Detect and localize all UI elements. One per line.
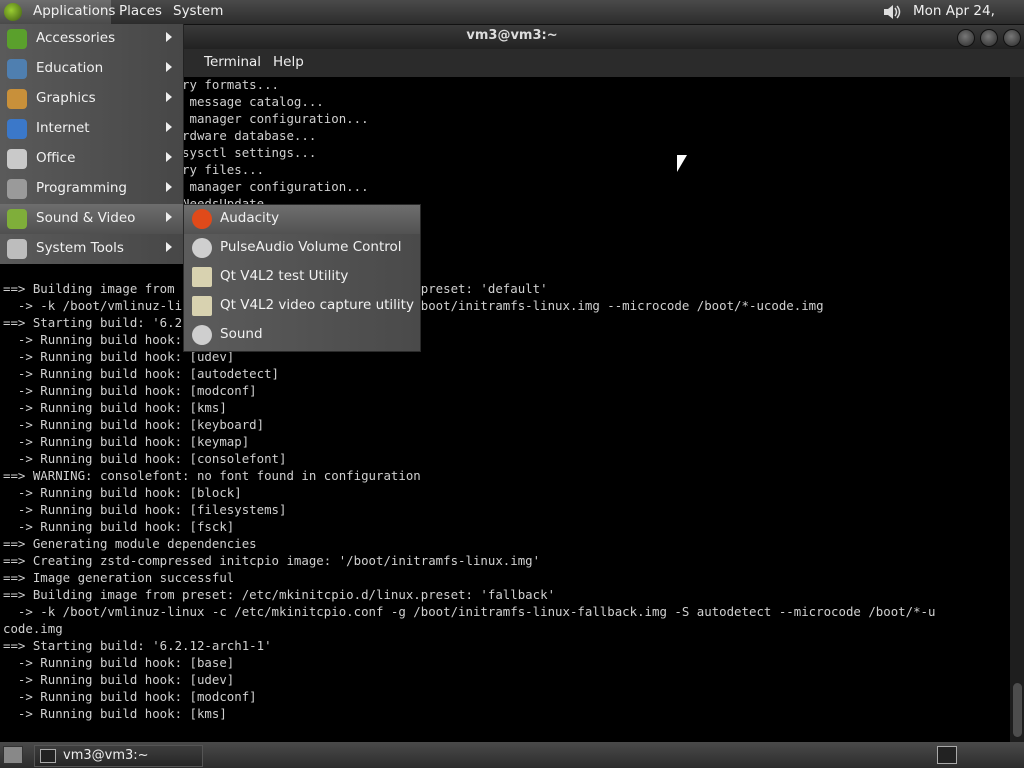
sound-video-menu-item-label: Audacity bbox=[220, 210, 280, 226]
bottom-panel: vm3@vm3:~ bbox=[0, 742, 1024, 768]
applications-menu[interactable]: Applications bbox=[0, 0, 115, 24]
apps-menu-item[interactable]: Office bbox=[0, 144, 183, 174]
top-panel: Applications Places System Mon Apr 24, 2… bbox=[0, 0, 1024, 41]
apps-menu-item[interactable]: Internet bbox=[0, 114, 183, 144]
apps-menu-item-label: System Tools bbox=[36, 240, 124, 256]
show-desktop-icon[interactable] bbox=[3, 746, 23, 764]
apps-menu-item[interactable]: System Tools bbox=[0, 234, 183, 264]
terminal-icon bbox=[40, 749, 56, 763]
terminal-scrollbar[interactable] bbox=[1010, 77, 1024, 742]
accessories-icon bbox=[7, 29, 27, 49]
apps-menu-item[interactable]: Sound & Video bbox=[0, 204, 183, 234]
programming-icon bbox=[7, 179, 27, 199]
sound-video-menu-item-label: Qt V4L2 video capture utility bbox=[220, 297, 414, 313]
distro-logo-icon bbox=[4, 3, 22, 21]
submenu-arrow-icon bbox=[166, 242, 172, 252]
volume-icon[interactable] bbox=[882, 3, 902, 21]
sound-video-menu-item-label: Sound bbox=[220, 326, 263, 342]
close-button[interactable] bbox=[1003, 29, 1021, 47]
apps-menu-item-label: Graphics bbox=[36, 90, 96, 106]
sound-video-menu-item-label: Qt V4L2 test Utility bbox=[220, 268, 349, 284]
submenu-arrow-icon bbox=[166, 212, 172, 222]
apps-menu-item-label: Programming bbox=[36, 180, 127, 196]
apps-menu-item[interactable]: Education bbox=[0, 54, 183, 84]
apps-menu-item-label: Internet bbox=[36, 120, 90, 136]
menu-terminal[interactable]: Terminal bbox=[204, 54, 261, 70]
apps-menu-item-label: Education bbox=[36, 60, 104, 76]
sound-video-menu-item[interactable]: PulseAudio Volume Control bbox=[184, 234, 420, 263]
sound-video-icon bbox=[7, 209, 27, 229]
education-icon bbox=[7, 59, 27, 79]
submenu-arrow-icon bbox=[166, 62, 172, 72]
submenu-arrow-icon bbox=[166, 182, 172, 192]
pulseaudio-icon bbox=[192, 238, 212, 258]
sound-video-menu-item-label: PulseAudio Volume Control bbox=[220, 239, 402, 255]
sound-video-menu-item[interactable]: Sound bbox=[184, 321, 420, 350]
submenu-arrow-icon bbox=[166, 32, 172, 42]
applications-menu-label: Applications bbox=[33, 3, 116, 19]
qv4l2-icon bbox=[192, 267, 212, 287]
applications-dropdown: Accessories Education Graphics Internet Offi… bbox=[0, 24, 184, 264]
sound-video-menu-item[interactable]: Audacity bbox=[184, 205, 420, 234]
apps-menu-item[interactable]: Programming bbox=[0, 174, 183, 204]
apps-menu-item-label: Accessories bbox=[36, 30, 116, 46]
sound-video-menu-item[interactable]: Qt V4L2 video capture utility bbox=[184, 292, 420, 321]
maximize-button[interactable] bbox=[980, 29, 998, 47]
menu-help[interactable]: Help bbox=[273, 54, 304, 70]
submenu-arrow-icon bbox=[166, 92, 172, 102]
system-menu[interactable]: System bbox=[173, 0, 223, 24]
sound-video-submenu: Audacity PulseAudio Volume Control Qt V4L2… bbox=[183, 204, 421, 352]
apps-menu-item-label: Office bbox=[36, 150, 76, 166]
submenu-arrow-icon bbox=[166, 152, 172, 162]
apps-menu-item[interactable]: Accessories bbox=[0, 24, 183, 54]
graphics-icon bbox=[7, 89, 27, 109]
submenu-arrow-icon bbox=[166, 122, 172, 132]
places-menu[interactable]: Places bbox=[119, 0, 162, 24]
workspace-switcher-icon[interactable] bbox=[937, 746, 957, 764]
sound-icon bbox=[192, 325, 212, 345]
scrollbar-thumb[interactable] bbox=[1013, 683, 1022, 737]
sound-video-menu-item[interactable]: Qt V4L2 test Utility bbox=[184, 263, 420, 292]
mouse-pointer-icon bbox=[677, 155, 687, 172]
qvidcap-icon bbox=[192, 296, 212, 316]
system-tools-icon bbox=[7, 239, 27, 259]
internet-icon bbox=[7, 119, 27, 139]
taskbar-terminal-button[interactable]: vm3@vm3:~ bbox=[34, 745, 203, 767]
taskbar-button-label: vm3@vm3:~ bbox=[63, 748, 149, 763]
apps-menu-item[interactable]: Graphics bbox=[0, 84, 183, 114]
audacity-icon bbox=[192, 209, 212, 229]
minimize-button[interactable] bbox=[957, 29, 975, 47]
apps-menu-item-label: Sound & Video bbox=[36, 210, 136, 226]
office-icon bbox=[7, 149, 27, 169]
